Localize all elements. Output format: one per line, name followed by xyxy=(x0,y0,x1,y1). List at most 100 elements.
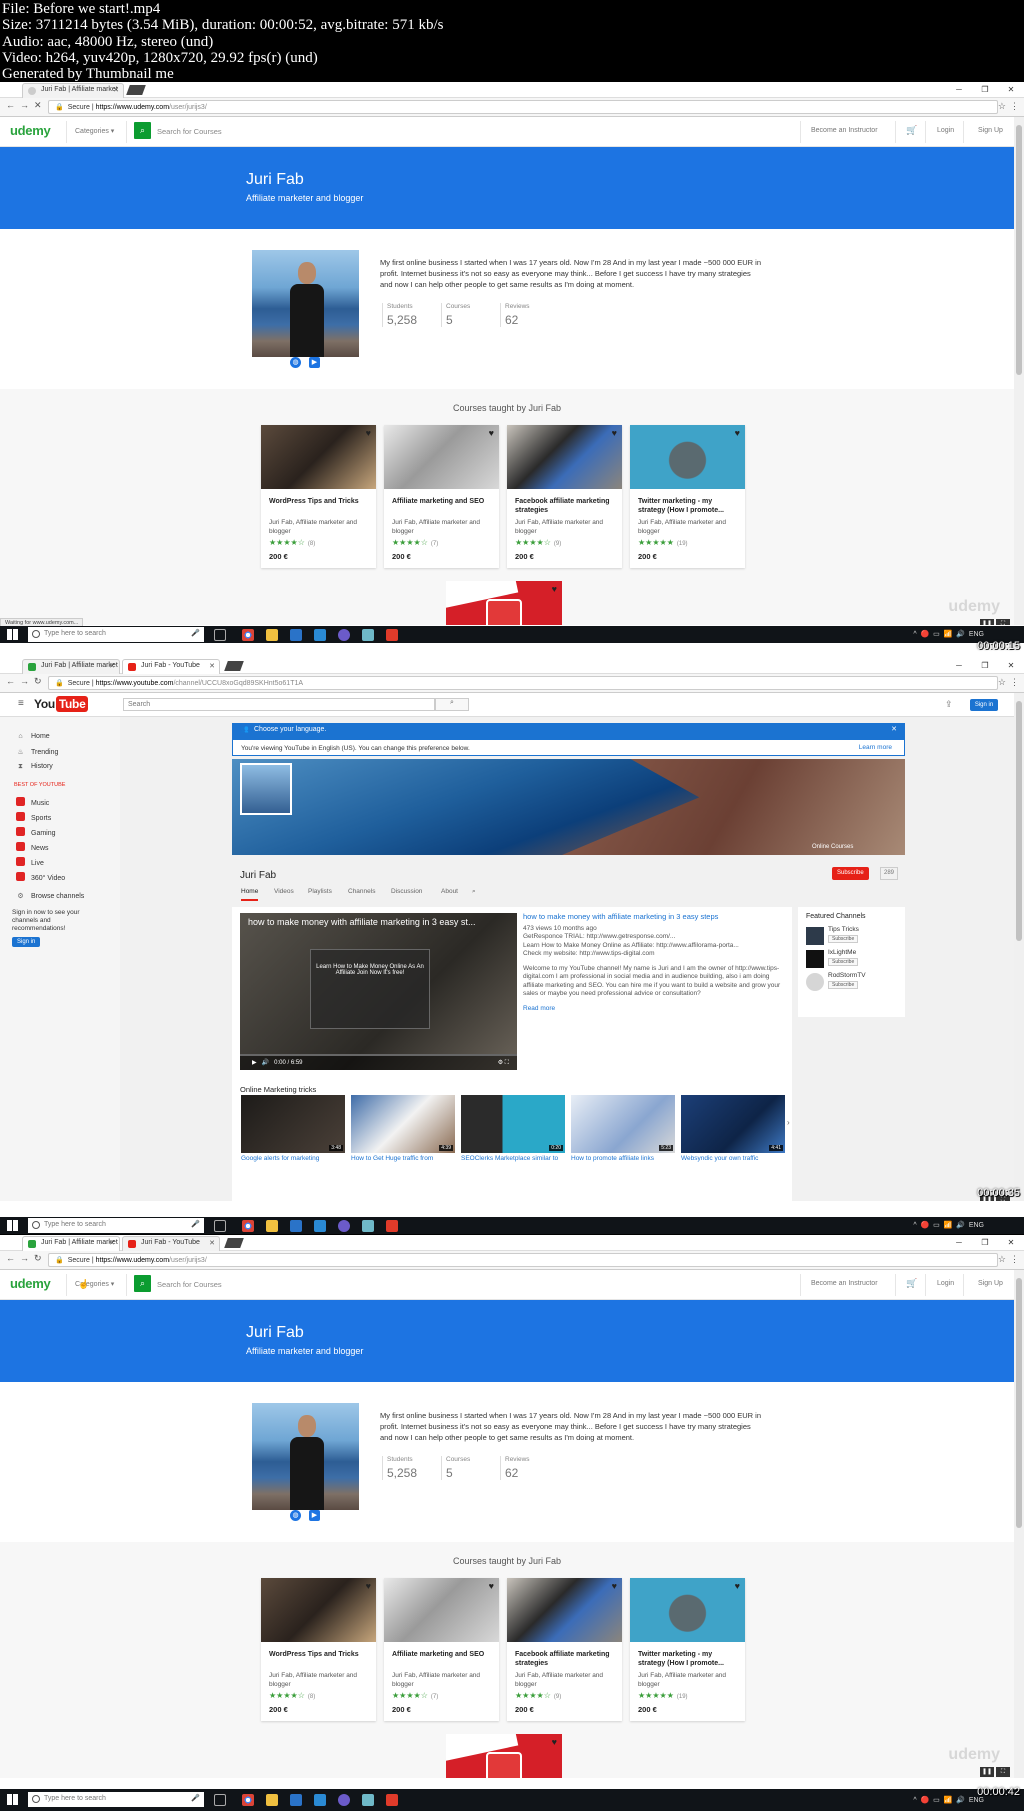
sidebar-item-live[interactable]: Live xyxy=(16,857,44,867)
tab-udemy[interactable]: Juri Fab | Affiliate market ✕ xyxy=(22,659,120,674)
app-icon[interactable] xyxy=(362,629,374,641)
course-card[interactable]: ♥ Twitter marketing - my strategy (How I … xyxy=(630,425,745,568)
youtube-icon[interactable]: ▶ xyxy=(309,1510,320,1521)
new-tab-button[interactable] xyxy=(224,661,244,671)
bookmark-star-icon[interactable]: ☆ xyxy=(998,101,1006,112)
learn-more-link[interactable]: Learn more xyxy=(859,744,892,751)
store-icon[interactable] xyxy=(290,629,302,641)
course-card[interactable]: ♥ Twitter marketing - my strategy (How I … xyxy=(630,1578,745,1721)
login-link[interactable]: Login xyxy=(937,127,954,134)
signup-link[interactable]: Sign Up xyxy=(978,1280,1003,1287)
featured-video-player[interactable]: how to make money with affiliate marketi… xyxy=(240,913,517,1070)
recorder-icon[interactable] xyxy=(386,1794,398,1806)
windows-start-icon[interactable] xyxy=(7,1220,18,1231)
cart-icon[interactable]: 🛒 xyxy=(906,125,917,136)
subscribe-button[interactable]: Subscribe xyxy=(828,935,859,943)
tab-youtube[interactable]: Juri Fab - YouTube ✕ xyxy=(122,1236,220,1251)
maximize-icon[interactable]: ❐ xyxy=(972,82,998,98)
reload-icon[interactable]: ↻ xyxy=(34,1253,42,1264)
course-card[interactable]: ♥ Facebook affiliate marketing strategies… xyxy=(507,425,622,568)
taskbar-search-input[interactable]: Type here to search 🎤 xyxy=(28,1218,204,1233)
close-icon[interactable]: ✕ xyxy=(998,1235,1024,1251)
microphone-icon[interactable]: 🎤 xyxy=(191,629,200,637)
close-icon[interactable]: ✕ xyxy=(109,1239,115,1247)
video-title-link[interactable]: how to make money with affiliate marketi… xyxy=(523,912,788,922)
tab-about[interactable]: About xyxy=(441,888,458,899)
skype-icon[interactable] xyxy=(314,1794,326,1806)
pause-icon[interactable]: ❚❚ xyxy=(980,619,994,625)
tab-udemy[interactable]: Juri Fab | Affiliate market ✕ xyxy=(22,1236,120,1251)
minimize-icon[interactable]: ─ xyxy=(946,82,972,98)
file-explorer-icon[interactable] xyxy=(266,1220,278,1232)
close-icon[interactable]: ✕ xyxy=(209,1239,215,1247)
tab-udemy[interactable]: Juri Fab | Affiliate market ✕ xyxy=(22,83,124,98)
cart-icon[interactable]: 🛒 xyxy=(906,1278,917,1289)
close-icon[interactable]: ✕ xyxy=(209,662,215,670)
reload-icon[interactable]: ↻ xyxy=(34,676,42,687)
windows-start-icon[interactable] xyxy=(7,1794,18,1805)
search-input[interactable]: Search for Courses xyxy=(157,127,222,136)
signup-link[interactable]: Sign Up xyxy=(978,127,1003,134)
language-indicator[interactable]: ENG xyxy=(969,1797,984,1804)
volume-icon[interactable]: 🔊 xyxy=(262,1060,269,1066)
stop-icon[interactable]: ✕ xyxy=(34,100,42,111)
video-thumbnail[interactable]: 0:20 xyxy=(461,1095,565,1153)
globe-icon[interactable]: ◍ xyxy=(290,357,301,368)
channel-search-icon[interactable]: ⌕ xyxy=(472,888,476,900)
sidebar-item-music[interactable]: Music xyxy=(16,797,49,807)
close-icon[interactable]: ✕ xyxy=(998,82,1024,98)
recorder-icon[interactable] xyxy=(386,629,398,641)
subscribe-button[interactable]: Subscribe xyxy=(832,867,869,880)
categories-menu[interactable]: Categories ▾ xyxy=(75,127,114,135)
subscribe-button[interactable]: Subscribe xyxy=(828,958,859,966)
featured-channel[interactable]: Tips Tricks Subscribe xyxy=(806,926,897,949)
tab-discussion[interactable]: Discussion xyxy=(391,888,422,899)
app-icon[interactable] xyxy=(362,1794,374,1806)
settings-icon[interactable]: ⚙ ⛶ xyxy=(498,1059,509,1067)
recorder-icon[interactable] xyxy=(386,1220,398,1232)
skype-icon[interactable] xyxy=(314,629,326,641)
store-icon[interactable] xyxy=(290,1220,302,1232)
wishlist-heart-icon[interactable]: ♥ xyxy=(366,1581,371,1591)
video-thumbnail[interactable]: 5:23 xyxy=(571,1095,675,1153)
video-thumbnail[interactable]: 4:41 xyxy=(681,1095,785,1153)
menu-icon[interactable]: ⋮ xyxy=(1010,677,1019,688)
file-explorer-icon[interactable] xyxy=(266,629,278,641)
course-card[interactable]: ♥ Affiliate marketing and SEO Juri Fab, Af… xyxy=(384,425,499,568)
chrome-icon[interactable] xyxy=(242,629,254,641)
course-card[interactable]: ♥ Affiliate marketing and SEO Juri Fab, Af… xyxy=(384,1578,499,1721)
become-instructor-link[interactable]: Become an Instructor xyxy=(811,127,878,134)
featured-channel[interactable]: RodStormTV Subscribe xyxy=(806,972,897,995)
forward-icon[interactable]: → xyxy=(20,100,29,110)
sidebar-item-history[interactable]: ⧗ History xyxy=(16,763,53,772)
skype-icon[interactable] xyxy=(314,1220,326,1232)
tab-videos[interactable]: Videos xyxy=(274,888,294,899)
app-icon[interactable] xyxy=(362,1220,374,1232)
browse-channels-link[interactable]: ⚙ Browse channels xyxy=(16,892,84,901)
fullscreen-icon[interactable]: ⛶ xyxy=(996,1767,1010,1777)
sidebar-item-gaming[interactable]: Gaming xyxy=(16,827,56,837)
clock[interactable] xyxy=(988,1217,1024,1234)
fullscreen-icon[interactable]: ⛶ xyxy=(996,619,1010,625)
viber-icon[interactable] xyxy=(338,1220,350,1232)
wishlist-heart-icon[interactable]: ♥ xyxy=(552,584,557,594)
shelf-title[interactable]: Online Marketing tricks xyxy=(240,1085,316,1094)
viber-icon[interactable] xyxy=(338,629,350,641)
close-icon[interactable]: ✕ xyxy=(891,725,897,733)
video-thumbnail-title[interactable]: How to promote affiliate links xyxy=(571,1155,675,1162)
viber-icon[interactable] xyxy=(338,1794,350,1806)
maximize-icon[interactable]: ❐ xyxy=(972,658,998,674)
hamburger-menu-icon[interactable]: ≡ xyxy=(18,698,24,709)
new-tab-button[interactable] xyxy=(126,85,146,95)
search-button[interactable]: ⌕ xyxy=(435,698,469,711)
close-icon[interactable]: ✕ xyxy=(109,662,115,670)
vertical-scrollbar[interactable] xyxy=(1014,693,1024,1201)
video-thumbnail-title[interactable]: SEOClerks Marketplace similar to xyxy=(461,1155,565,1162)
taskbar-search-input[interactable]: Type here to search 🎤 xyxy=(28,1792,204,1807)
url-input[interactable]: 🔒 Secure | https://www.udemy.com/user/jur… xyxy=(48,1253,998,1267)
banner-link[interactable]: Online Courses xyxy=(812,844,853,850)
sidebar-item-sports[interactable]: Sports xyxy=(16,812,51,822)
sidebar-item-trending[interactable]: ♨ Trending xyxy=(16,748,58,757)
store-icon[interactable] xyxy=(290,1794,302,1806)
url-input[interactable]: 🔒 Secure | https://www.youtube.com/channe… xyxy=(48,676,998,690)
